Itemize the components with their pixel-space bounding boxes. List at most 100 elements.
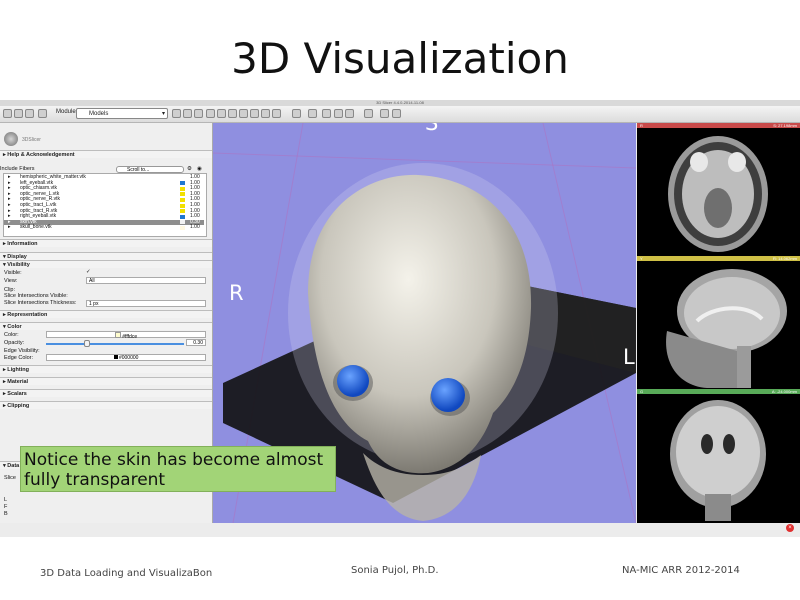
notice-callout: Notice the skin has become almost fully …: [20, 446, 336, 492]
settings-icon[interactable]: ⚙: [187, 166, 192, 172]
python-icon[interactable]: [392, 109, 401, 118]
section-help[interactable]: ▸ Help & Acknowledgement: [0, 150, 212, 158]
extension-manager-icon[interactable]: [380, 109, 389, 118]
fiber-color-swatch[interactable]: [180, 225, 185, 230]
markups-icon[interactable]: [272, 109, 281, 118]
visible-label: Visible:: [4, 270, 22, 276]
axial-mri-image: [668, 136, 768, 252]
fiber-color-swatch[interactable]: [180, 176, 185, 180]
slice-thickness-spinbox[interactable]: 1 px: [86, 300, 206, 307]
left-eyeball: [337, 365, 369, 397]
status-bar: [0, 523, 800, 537]
section-data-label: Data: [7, 463, 20, 469]
fiber-color-swatch[interactable]: [180, 209, 185, 214]
close-icon[interactable]: ×: [786, 524, 794, 532]
yellow-slice-view[interactable]: Y R: 14.062mm: [637, 256, 800, 388]
fiber-color-swatch[interactable]: [180, 197, 185, 202]
pan-icon[interactable]: [334, 109, 343, 118]
fiber-color-swatch[interactable]: [180, 186, 185, 191]
search-module-icon[interactable]: [38, 109, 47, 118]
forward-icon[interactable]: [194, 109, 203, 118]
editor-icon[interactable]: [261, 109, 270, 118]
edge-color-label: Edge Color:: [4, 355, 34, 361]
load-data-icon[interactable]: [3, 109, 12, 118]
orientation-top-label: S: [425, 123, 439, 135]
fiber-color-swatch[interactable]: [180, 203, 185, 208]
opacity-label: Opacity:: [4, 340, 25, 346]
back-icon[interactable]: [183, 109, 192, 118]
color-value: #fffdce: [122, 334, 138, 340]
coronal-mri-image: [670, 400, 766, 521]
section-scalars[interactable]: ▸ Scalars: [0, 389, 212, 397]
section-display[interactable]: ▾ Display: [0, 252, 212, 260]
view-icon[interactable]: [217, 109, 226, 118]
save-icon[interactable]: [25, 109, 34, 118]
edge-color-value: #000000: [118, 355, 139, 361]
side-letter-b: B: [4, 511, 8, 517]
visible-checkbox[interactable]: ✓: [86, 269, 91, 275]
fiber-color-swatch[interactable]: [180, 181, 185, 186]
history-icon[interactable]: [172, 109, 181, 118]
section-information-label: Information: [7, 241, 38, 247]
slide-title: 3D Visualization: [231, 34, 569, 83]
layout-icon[interactable]: [206, 109, 215, 118]
section-color-label: Color: [7, 324, 22, 330]
models-icon[interactable]: [228, 109, 237, 118]
fiber-color-swatch[interactable]: [180, 214, 185, 219]
section-information[interactable]: ▸ Information: [0, 239, 212, 247]
section-material[interactable]: ▸ Material: [0, 377, 212, 385]
fiducial-icon[interactable]: [364, 109, 373, 118]
section-lighting-label: Lighting: [7, 367, 29, 373]
view-select[interactable]: All: [86, 277, 206, 284]
crosshair-icon[interactable]: [308, 109, 317, 118]
opacity-slider-track[interactable]: [46, 343, 184, 345]
green-slice-view[interactable]: G A: -24.000mm: [637, 389, 800, 521]
fiber-color-swatch[interactable]: [180, 220, 185, 225]
right-eyeball: [431, 378, 465, 412]
logo-text: 3DSlicer: [22, 137, 41, 143]
color-picker-button[interactable]: #fffdce: [46, 331, 206, 340]
section-representation[interactable]: ▸ Representation: [0, 310, 212, 318]
screenshot-icon[interactable]: [322, 109, 331, 118]
slice-intersections-visible-label: Slice Intersections Visible:: [4, 293, 68, 299]
layout-menu-icon[interactable]: [292, 109, 301, 118]
footer-center: Sonia Pujol, Ph.D.: [351, 565, 439, 576]
opacity-value: 0.30: [193, 340, 203, 346]
fiber-row[interactable]: ▸ skull_bone.vtk 1.00: [4, 224, 204, 231]
footer-right: NA-MIC ARR 2012-2014: [622, 565, 740, 576]
main-toolbar: Modules: Models ▾: [0, 106, 800, 123]
fiber-opacity[interactable]: 1.00: [190, 224, 200, 230]
section-lighting[interactable]: ▸ Lighting: [0, 365, 212, 373]
red-slice-view[interactable]: R S: 27.198mm: [637, 123, 800, 255]
slice-thickness-value: 1 px: [89, 301, 99, 307]
edge-color-button[interactable]: #000000: [46, 354, 206, 361]
fiber-tree[interactable]: ▸ hemispheric_white_matter.vtk 1.00 ▸ left_e…: [3, 173, 207, 237]
module-selector[interactable]: Models ▾: [76, 108, 168, 119]
zoom-icon[interactable]: [345, 109, 354, 118]
color-label: Color:: [4, 332, 19, 338]
include-fibers-label: Include Fibers: [0, 166, 35, 172]
fiber-name: skull_bone.vtk: [20, 224, 52, 231]
section-visibility[interactable]: ▾ Visibility: [0, 260, 212, 268]
slicer-logo: [4, 132, 18, 146]
fiber-expand-icon[interactable]: ▸: [8, 224, 11, 230]
color-swatch: [114, 332, 121, 338]
fiber-color-swatch[interactable]: [180, 192, 185, 197]
dcm-icon[interactable]: [14, 109, 23, 118]
section-material-label: Material: [7, 379, 29, 385]
side-letter-f: F: [4, 504, 8, 510]
volumes-icon[interactable]: [250, 109, 259, 118]
opacity-spinbox[interactable]: 0.30: [186, 339, 206, 346]
scroll-to-input[interactable]: Scroll to...: [116, 166, 184, 173]
slice-intersections-thickness-label: Slice Intersections Thickness:: [4, 300, 77, 306]
module-selected-value: Models: [89, 111, 109, 117]
edge-visibility-label: Edge Visibility:: [4, 348, 40, 354]
transforms-icon[interactable]: [239, 109, 248, 118]
section-color[interactable]: ▾ Color: [0, 322, 212, 330]
eye-icon[interactable]: ◉: [197, 166, 202, 172]
orientation-right-label: L: [623, 345, 635, 369]
side-letter-l: L: [4, 497, 8, 503]
opacity-slider-handle[interactable]: [84, 340, 91, 347]
section-clipping[interactable]: ▸ Clipping: [0, 401, 212, 409]
slide-footer: 3D Data Loading and VisualizaBon Sonia P…: [0, 565, 800, 585]
